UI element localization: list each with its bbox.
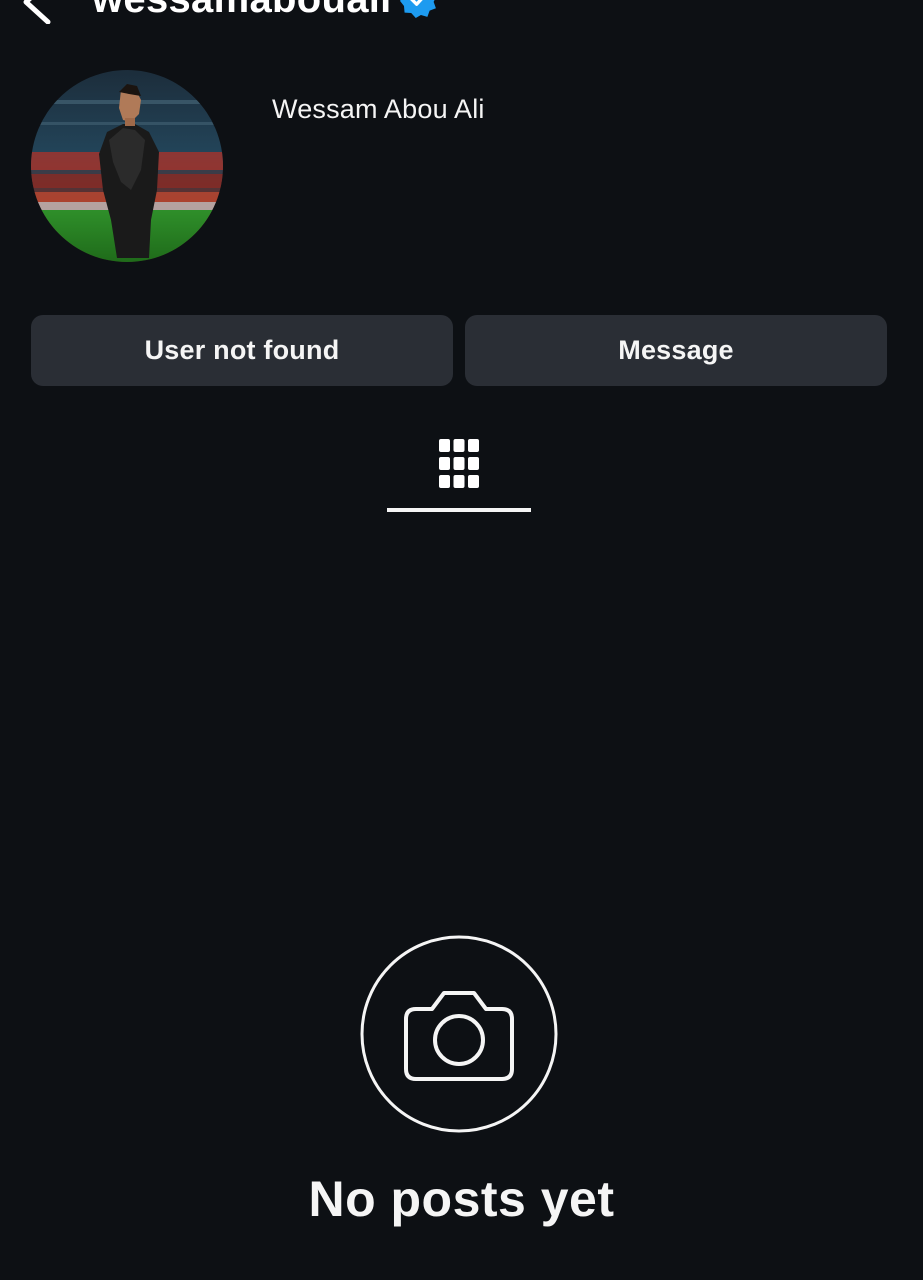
camera-icon (360, 935, 558, 1133)
grid-icon (439, 439, 479, 488)
top-bar: wessamabouali (0, 0, 923, 24)
username-header: wessamabouali (92, 0, 438, 24)
display-name: Wessam Abou Ali (272, 94, 485, 124)
tab-active-indicator (387, 508, 531, 512)
more-horizontal-icon[interactable] (843, 0, 883, 4)
chevron-left-icon[interactable] (14, 0, 54, 24)
avatar[interactable] (31, 70, 223, 262)
message-button[interactable]: Message (465, 315, 887, 386)
profile-photo (31, 70, 223, 262)
verified-badge-icon (399, 0, 436, 18)
empty-state-title: No posts yet (308, 1171, 615, 1227)
profile-username: wessamabouali (92, 0, 392, 24)
user-not-found-button[interactable]: User not found (31, 315, 453, 386)
tab-posts-grid[interactable] (387, 430, 531, 514)
